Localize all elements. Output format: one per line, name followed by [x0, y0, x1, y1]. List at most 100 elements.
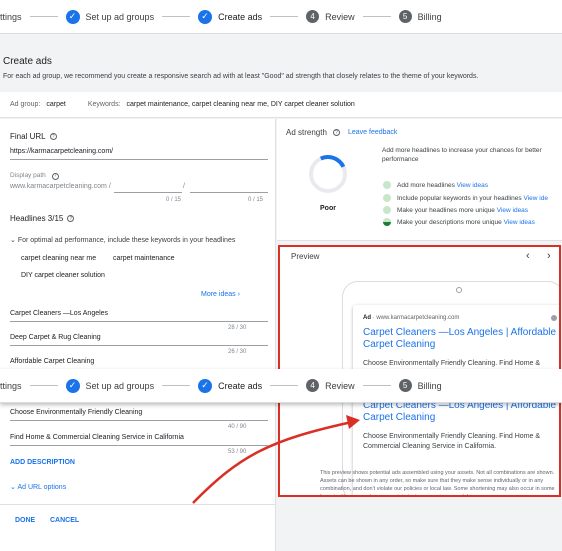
view-ideas-link[interactable]: View ideas [504, 219, 535, 226]
ad-form: Final URL? https://karmacarpetcleaning.c… [0, 119, 276, 551]
step-number: 4 [306, 379, 320, 392]
keywords-label: Keywords: [87, 101, 121, 108]
description-input[interactable]: Find Home & Commercial Cleaning Service … [10, 434, 184, 441]
check-icon: ✓ [65, 9, 80, 24]
step-label: ttings [0, 380, 22, 391]
view-ideas-link[interactable]: View ideas [457, 182, 488, 189]
step-create-ads[interactable]: ✓ Create ads [198, 378, 263, 393]
keyword-chip[interactable]: carpet maintenance [113, 255, 174, 262]
done-button[interactable]: DONE [15, 517, 35, 524]
page-title: Create ads [3, 56, 52, 67]
display-path-label: Display path ? [10, 172, 59, 180]
step-create-ads[interactable]: ✓ Create ads [198, 9, 263, 24]
step-ad-groups[interactable]: ✓ Set up ad groups [65, 378, 155, 393]
headline-input[interactable]: Deep Carpet & Rug Cleaning [10, 334, 101, 341]
final-url-input[interactable]: https://karmacarpetcleaning.com/ [10, 148, 113, 155]
step-label: Create ads [218, 11, 263, 22]
headline-count: 26 / 30 [228, 349, 247, 355]
final-url-label: Final URL? [10, 132, 57, 141]
step-label: Set up ad groups [85, 11, 155, 22]
adgroup-value: carpet [46, 101, 66, 108]
display-path-base: www.karmacarpetcleaning.com / [10, 183, 111, 190]
ad-headline[interactable]: Carpet Cleaners —Los Angeles | Affordabl… [363, 400, 559, 424]
step-review[interactable]: 4 Review [306, 10, 355, 23]
path2-input[interactable] [190, 192, 268, 193]
keywords-hint[interactable]: ⌄ For optimal ad performance, include th… [10, 236, 235, 244]
view-ideas-link[interactable]: View ideas [497, 207, 528, 214]
adgroup-label: Ad group: [10, 101, 41, 108]
ad-strength-panel: Ad strength? Leave feedback Poor Add mor… [277, 119, 562, 241]
chevron-right-icon: › [237, 291, 240, 298]
chevron-left-icon[interactable]: ‹ [526, 250, 530, 262]
chevron-down-icon: ⌄ [10, 237, 16, 244]
step-settings[interactable]: ttings [0, 12, 22, 22]
chevron-down-icon: ⌄ [10, 484, 16, 491]
strength-tip: Include popular keywords in your headlin… [383, 194, 548, 202]
strength-rating: Poor [320, 205, 336, 212]
cancel-button[interactable]: CANCEL [50, 517, 79, 524]
ad-url-options-toggle[interactable]: ⌄ Ad URL options [10, 483, 66, 491]
tip-dot-icon [383, 206, 391, 214]
info-icon[interactable] [551, 315, 557, 321]
tip-dot-icon [383, 218, 391, 226]
preview-disclaimer: This preview shows potential ads assembl… [320, 470, 555, 497]
tip-dot-icon [383, 194, 391, 202]
check-icon: ✓ [198, 9, 213, 24]
step-label: ttings [0, 11, 22, 22]
strength-intro: Add more headlines to increase your chan… [382, 147, 542, 163]
step-label: Review [325, 11, 355, 22]
step-billing[interactable]: 5 Billing [398, 379, 442, 392]
headlines-label: Headlines 3/15? [10, 214, 75, 223]
page-subtitle: For each ad group, we recommend you crea… [3, 73, 479, 80]
step-label: Set up ad groups [85, 380, 155, 391]
check-icon: ✓ [198, 378, 213, 393]
help-icon[interactable]: ? [332, 129, 340, 136]
step-label: Review [325, 380, 355, 391]
ad-strength-title: Ad strength? [286, 128, 340, 137]
headline-count: 28 / 30 [228, 325, 247, 331]
keywords-value: carpet maintenance, carpet cleaning near… [126, 101, 355, 108]
ad-description-partial: Choose Environmentally Friendly Cleaning… [363, 360, 541, 367]
ad-url-line: Ad · www.karmacarpetcleaning.com [363, 315, 460, 321]
headline-input[interactable]: Affordable Carpet Cleaning [10, 358, 94, 365]
path1-count: 0 / 15 [166, 197, 182, 203]
more-ideas-link[interactable]: More ideas › [201, 291, 240, 298]
adgroup-bar: Ad group: carpet Keywords: carpet maintena… [0, 92, 562, 118]
leave-feedback-link[interactable]: Leave feedback [348, 129, 397, 136]
path1-input[interactable] [114, 192, 182, 193]
preview-title: Preview [291, 252, 320, 261]
step-number: 5 [398, 10, 412, 23]
strength-tip: Make your descriptions more unique View … [383, 218, 535, 226]
step-bar-overlay: ttings ✓ Set up ad groups ✓ Create ads 4 Re… [0, 369, 562, 403]
step-bar: ttings ✓ Set up ad groups ✓ Create ads 4 Re… [0, 0, 562, 34]
description-input[interactable]: Choose Environmentally Friendly Cleaning [10, 409, 142, 416]
step-review[interactable]: 4 Review [306, 379, 355, 392]
phone-camera-icon [456, 287, 462, 293]
path2-count: 0 / 15 [248, 197, 264, 203]
view-ideas-link[interactable]: View ide [523, 195, 547, 202]
tip-dot-icon [383, 181, 391, 189]
keyword-chip[interactable]: DIY carpet cleaner solution [21, 272, 105, 279]
path-separator: / [183, 183, 185, 190]
strength-tip: Add more headlines View ideas [383, 181, 488, 189]
keyword-chip[interactable]: carpet cleaning near me [21, 255, 96, 262]
chevron-right-icon[interactable]: › [547, 250, 551, 262]
step-label: Create ads [218, 380, 263, 391]
description-count: 53 / 90 [228, 449, 247, 455]
step-billing[interactable]: 5 Billing [398, 10, 442, 23]
help-icon[interactable]: ? [49, 133, 57, 140]
step-settings[interactable]: ttings [0, 381, 22, 391]
ad-description: Choose Environmentally Friendly Cleaning… [363, 433, 541, 450]
description-count: 40 / 90 [228, 424, 247, 430]
strength-donut-fill [303, 149, 353, 199]
help-icon[interactable]: ? [67, 215, 75, 222]
step-ad-groups[interactable]: ✓ Set up ad groups [65, 9, 155, 24]
add-description-button[interactable]: ADD DESCRIPTION [10, 459, 75, 466]
step-number: 4 [306, 10, 320, 23]
step-label: Billing [417, 11, 442, 22]
headline-input[interactable]: Carpet Cleaners —Los Angeles [10, 310, 108, 317]
help-icon[interactable]: ? [51, 172, 59, 180]
strength-tip: Make your headlines more unique View ide… [383, 206, 528, 214]
ad-headline[interactable]: Carpet Cleaners —Los Angeles | Affordabl… [363, 327, 559, 351]
check-icon: ✓ [65, 378, 80, 393]
